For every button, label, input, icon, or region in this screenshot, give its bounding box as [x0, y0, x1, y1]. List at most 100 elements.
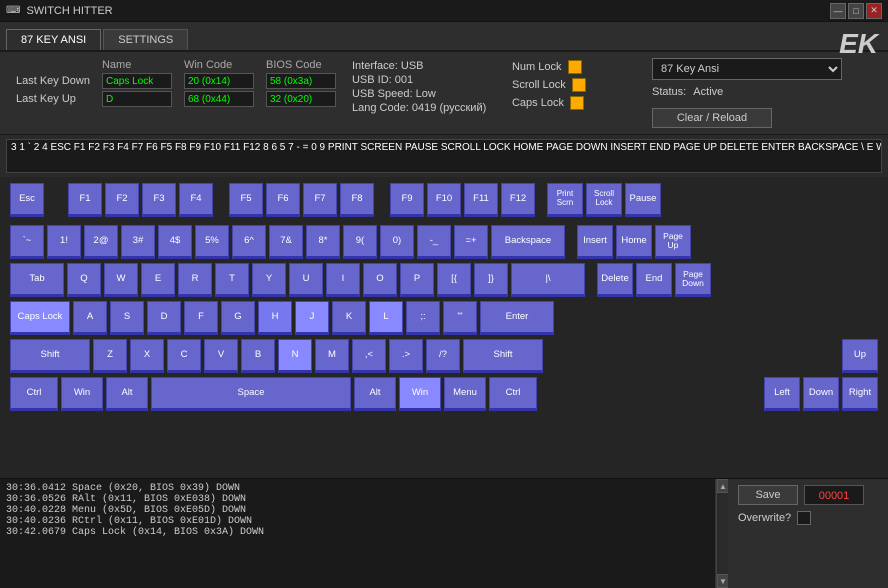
- key-page-up[interactable]: PageUp: [655, 225, 691, 259]
- keyboard-type-select[interactable]: 87 Key Ansi87 Key ISO104 Key ANSI: [652, 58, 842, 80]
- key-alt-left[interactable]: Alt: [106, 377, 148, 411]
- key-minus[interactable]: -_: [417, 225, 451, 259]
- key-alt-right[interactable]: Alt: [354, 377, 396, 411]
- key-backslash[interactable]: |\: [511, 263, 585, 297]
- key-r[interactable]: R: [178, 263, 212, 297]
- key-e[interactable]: E: [141, 263, 175, 297]
- key-ctrl-right[interactable]: Ctrl: [489, 377, 537, 411]
- tab-87key[interactable]: 87 KEY ANSI: [6, 29, 101, 50]
- close-button[interactable]: ✕: [866, 3, 882, 19]
- key-8[interactable]: 8*: [306, 225, 340, 259]
- key-shift-right[interactable]: Shift: [463, 339, 543, 373]
- key-j[interactable]: J: [295, 301, 329, 335]
- key-b[interactable]: B: [241, 339, 275, 373]
- key-win-right[interactable]: Win: [399, 377, 441, 411]
- last-key-up-name[interactable]: [102, 91, 172, 107]
- key-x[interactable]: X: [130, 339, 164, 373]
- save-button[interactable]: Save: [738, 485, 798, 505]
- key-right[interactable]: Right: [842, 377, 878, 411]
- key-left[interactable]: Left: [764, 377, 800, 411]
- key-lbracket[interactable]: [{: [437, 263, 471, 297]
- key-slash[interactable]: /?: [426, 339, 460, 373]
- key-4[interactable]: 4$: [158, 225, 192, 259]
- key-f11[interactable]: F11: [464, 183, 498, 217]
- key-semicolon[interactable]: ;:: [406, 301, 440, 335]
- key-h[interactable]: H: [258, 301, 292, 335]
- key-period[interactable]: .>: [389, 339, 423, 373]
- key-f4[interactable]: F4: [179, 183, 213, 217]
- last-key-down-win[interactable]: [184, 73, 254, 89]
- key-enter[interactable]: Enter: [480, 301, 554, 335]
- last-key-down-name[interactable]: [102, 73, 172, 89]
- key-shift-left[interactable]: Shift: [10, 339, 90, 373]
- key-y[interactable]: Y: [252, 263, 286, 297]
- key-rbracket[interactable]: ]}: [474, 263, 508, 297]
- key-end[interactable]: End: [636, 263, 672, 297]
- key-g[interactable]: G: [221, 301, 255, 335]
- key-print-screen[interactable]: PrintScrn: [547, 183, 583, 217]
- key-f10[interactable]: F10: [427, 183, 461, 217]
- key-l[interactable]: L: [369, 301, 403, 335]
- key-m[interactable]: M: [315, 339, 349, 373]
- key-a[interactable]: A: [73, 301, 107, 335]
- key-o[interactable]: O: [363, 263, 397, 297]
- last-key-down-bios[interactable]: [266, 73, 336, 89]
- key-p[interactable]: P: [400, 263, 434, 297]
- key-equals[interactable]: =+: [454, 225, 488, 259]
- key-f[interactable]: F: [184, 301, 218, 335]
- last-key-up-bios[interactable]: [266, 91, 336, 107]
- key-menu[interactable]: Menu: [444, 377, 486, 411]
- key-k[interactable]: K: [332, 301, 366, 335]
- key-f5[interactable]: F5: [229, 183, 263, 217]
- key-tab[interactable]: Tab: [10, 263, 64, 297]
- key-up[interactable]: Up: [842, 339, 878, 373]
- key-w[interactable]: W: [104, 263, 138, 297]
- key-scroll-lock[interactable]: ScrollLock: [586, 183, 622, 217]
- key-f8[interactable]: F8: [340, 183, 374, 217]
- key-7[interactable]: 7&: [269, 225, 303, 259]
- key-esc[interactable]: Esc: [10, 183, 44, 217]
- key-t[interactable]: T: [215, 263, 249, 297]
- minimize-button[interactable]: —: [830, 3, 846, 19]
- overwrite-checkbox[interactable]: [797, 511, 811, 525]
- key-0[interactable]: 0): [380, 225, 414, 259]
- key-n[interactable]: N: [278, 339, 312, 373]
- key-f7[interactable]: F7: [303, 183, 337, 217]
- key-backspace[interactable]: Backspace: [491, 225, 565, 259]
- maximize-button[interactable]: □: [848, 3, 864, 19]
- key-v[interactable]: V: [204, 339, 238, 373]
- key-9[interactable]: 9(: [343, 225, 377, 259]
- key-f1[interactable]: F1: [68, 183, 102, 217]
- key-q[interactable]: Q: [67, 263, 101, 297]
- key-win-left[interactable]: Win: [61, 377, 103, 411]
- key-c[interactable]: C: [167, 339, 201, 373]
- clear-reload-button[interactable]: Clear / Reload: [652, 108, 772, 128]
- key-f9[interactable]: F9: [390, 183, 424, 217]
- key-down[interactable]: Down: [803, 377, 839, 411]
- tab-settings[interactable]: SETTINGS: [103, 29, 188, 50]
- key-quote[interactable]: '": [443, 301, 477, 335]
- key-5[interactable]: 5%: [195, 225, 229, 259]
- key-i[interactable]: I: [326, 263, 360, 297]
- key-3[interactable]: 3#: [121, 225, 155, 259]
- key-f6[interactable]: F6: [266, 183, 300, 217]
- key-s[interactable]: S: [110, 301, 144, 335]
- key-delete[interactable]: Delete: [597, 263, 633, 297]
- key-d[interactable]: D: [147, 301, 181, 335]
- key-z[interactable]: Z: [93, 339, 127, 373]
- key-f3[interactable]: F3: [142, 183, 176, 217]
- key-comma[interactable]: ,<: [352, 339, 386, 373]
- key-page-down[interactable]: PageDown: [675, 263, 711, 297]
- key-pause[interactable]: Pause: [625, 183, 661, 217]
- key-caps-lock[interactable]: Caps Lock: [10, 301, 70, 335]
- key-2[interactable]: 2@: [84, 225, 118, 259]
- last-key-up-win[interactable]: [184, 91, 254, 107]
- key-ctrl-left[interactable]: Ctrl: [10, 377, 58, 411]
- key-6[interactable]: 6^: [232, 225, 266, 259]
- key-1[interactable]: 1!: [47, 225, 81, 259]
- key-f2[interactable]: F2: [105, 183, 139, 217]
- key-home[interactable]: Home: [616, 225, 652, 259]
- scroll-track[interactable]: [717, 493, 728, 574]
- key-f12[interactable]: F12: [501, 183, 535, 217]
- key-space[interactable]: Space: [151, 377, 351, 411]
